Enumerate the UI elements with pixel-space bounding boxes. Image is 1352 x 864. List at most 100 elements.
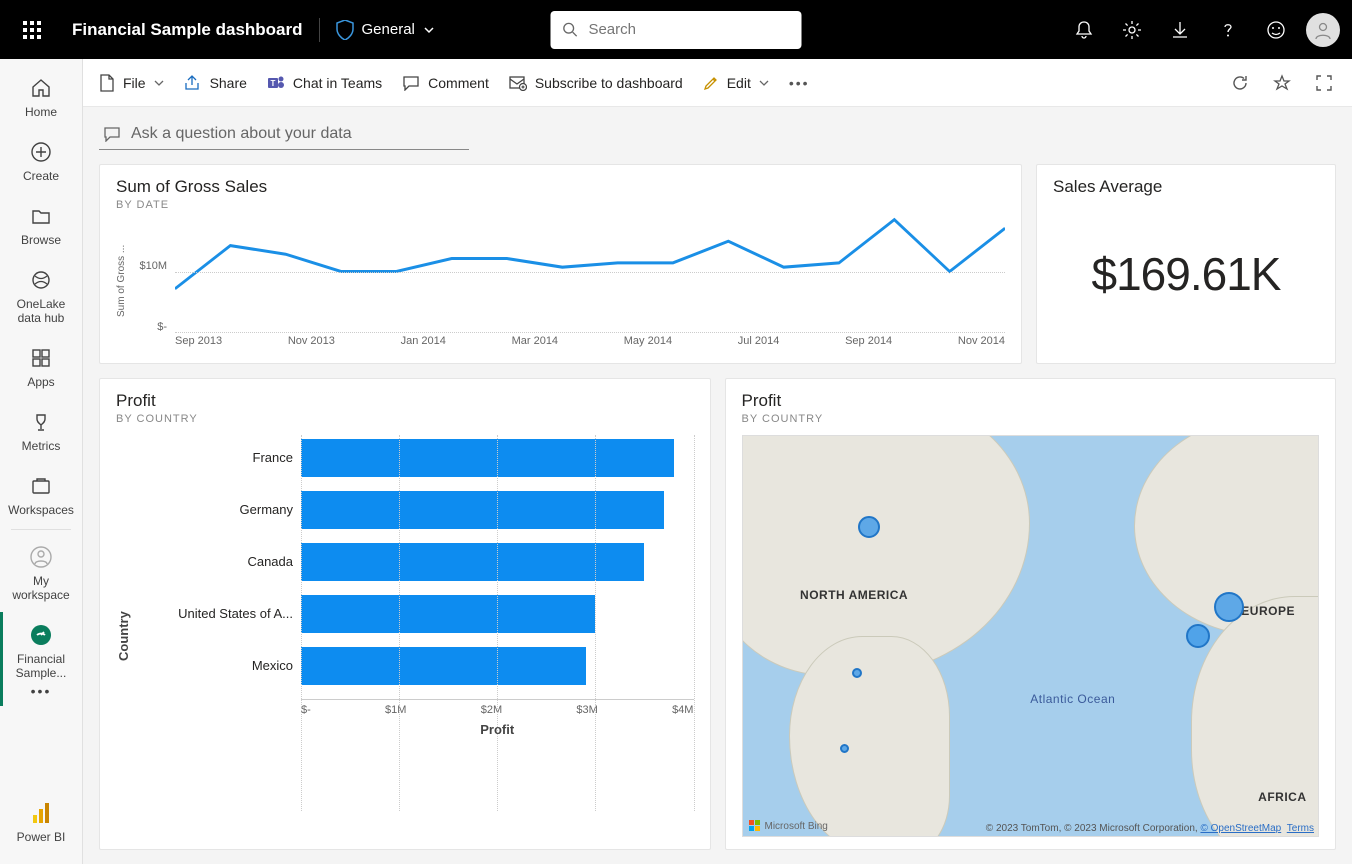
sidebar-label: Workspaces (8, 503, 74, 517)
feedback-icon[interactable] (1254, 8, 1298, 52)
sensitivity-dropdown[interactable]: General (336, 20, 435, 40)
search-box[interactable] (551, 11, 802, 49)
comment-label: Comment (428, 75, 489, 91)
more-icon[interactable]: ••• (31, 684, 52, 698)
map-attribution: © 2023 TomTom, © 2023 Microsoft Corporat… (986, 823, 1314, 834)
sidebar-item-my-workspace[interactable]: Myworkspace (0, 534, 83, 610)
apps-icon (28, 345, 54, 371)
divider (319, 18, 320, 42)
tile-profit-bar[interactable]: Profit BY COUNTRY Country FranceGermanyC… (99, 378, 711, 850)
browse-icon (28, 203, 54, 229)
sidebar-item-home[interactable]: Home (0, 65, 83, 127)
powerbi-icon (28, 800, 54, 826)
chat-teams-button[interactable]: T Chat in Teams (267, 74, 382, 92)
map-label-ocean: Atlantic Ocean (1030, 692, 1115, 706)
metrics-icon (28, 409, 54, 435)
sidebar-item-workspaces[interactable]: Workspaces (0, 463, 83, 525)
chevron-down-icon (154, 78, 164, 88)
sidebar-label: Browse (21, 233, 61, 247)
map-bubble-usa[interactable] (852, 668, 862, 678)
osm-link[interactable]: © OpenStreetMap (1200, 823, 1281, 834)
favorite-icon[interactable] (1270, 71, 1294, 95)
tile-title: Profit (742, 391, 1320, 411)
file-icon (99, 74, 115, 92)
share-button[interactable]: Share (184, 75, 247, 91)
sidebar-label: FinancialSample... (16, 652, 67, 680)
bar-plot: $-$1M$2M$3M$4MProfit (301, 435, 694, 837)
notifications-icon[interactable] (1062, 8, 1106, 52)
chat-label: Chat in Teams (293, 75, 382, 91)
sidebar-label: Home (25, 105, 57, 119)
map-canvas[interactable]: NORTH AMERICA EUROPE AFRICA Atlantic Oce… (742, 435, 1320, 837)
terms-link[interactable]: Terms (1287, 823, 1314, 834)
share-icon (184, 75, 202, 91)
edit-label: Edit (727, 75, 751, 91)
top-header: Financial Sample dashboard General (0, 0, 1352, 59)
chat-icon (103, 126, 121, 142)
app-launcher-icon[interactable] (12, 10, 52, 50)
search-icon (563, 21, 579, 39)
tile-title: Sum of Gross Sales (116, 177, 1005, 197)
search-input[interactable] (588, 21, 789, 38)
sensitivity-label: General (362, 21, 415, 38)
comment-button[interactable]: Comment (402, 75, 489, 91)
sidebar-item-metrics[interactable]: Metrics (0, 399, 83, 461)
sidebar-label: Create (23, 169, 59, 183)
svg-text:T: T (270, 79, 275, 88)
edit-icon (703, 75, 719, 91)
sidebar-item-onelake[interactable]: OneLakedata hub (0, 257, 83, 333)
tile-title: Profit (116, 391, 694, 411)
tile-title: Sales Average (1053, 177, 1162, 197)
sidebar-label: OneLakedata hub (17, 297, 66, 325)
map-bubble-france[interactable] (1186, 624, 1210, 648)
tile-subtitle: BY DATE (116, 199, 1005, 211)
tile-gross-sales[interactable]: Sum of Gross Sales BY DATE Sum of Gross … (99, 164, 1022, 364)
map-label-eu: EUROPE (1241, 604, 1295, 618)
subscribe-icon (509, 75, 527, 91)
sidebar-item-financial-sample[interactable]: FinancialSample... ••• (0, 612, 83, 706)
workspaces-icon (28, 473, 54, 499)
sidebar-item-browse[interactable]: Browse (0, 193, 83, 255)
dashboard-icon (28, 622, 54, 648)
sidebar: Home Create Browse OneLakedata hub Apps … (0, 59, 83, 864)
fullscreen-icon[interactable] (1312, 71, 1336, 95)
sidebar-item-powerbi[interactable]: Power BI (0, 790, 83, 852)
tile-sales-average[interactable]: Sales Average $169.61K (1036, 164, 1336, 364)
sidebar-label: Myworkspace (12, 574, 69, 602)
tile-subtitle: BY COUNTRY (742, 413, 1320, 425)
qna-placeholder: Ask a question about your data (131, 125, 352, 143)
sidebar-item-apps[interactable]: Apps (0, 335, 83, 397)
subscribe-button[interactable]: Subscribe to dashboard (509, 75, 683, 91)
create-icon (28, 139, 54, 165)
settings-icon[interactable] (1110, 8, 1154, 52)
content-area: File Share T Chat in Teams Comment Subsc… (83, 59, 1352, 864)
edit-menu[interactable]: Edit (703, 75, 769, 91)
sidebar-label: Apps (27, 375, 54, 389)
file-menu[interactable]: File (99, 74, 164, 92)
bar-categories: FranceGermanyCanadaUnited States of A...… (131, 435, 301, 837)
sidebar-label: Metrics (22, 439, 61, 453)
dashboard-title: Financial Sample dashboard (72, 20, 303, 40)
onelake-icon (28, 267, 54, 293)
header-right (1062, 8, 1340, 52)
share-label: Share (210, 75, 247, 91)
sidebar-item-create[interactable]: Create (0, 129, 83, 191)
toolbelt: File Share T Chat in Teams Comment Subsc… (83, 59, 1352, 107)
home-icon (28, 75, 54, 101)
help-icon[interactable] (1206, 8, 1250, 52)
map-bubble-canada[interactable] (858, 516, 880, 538)
download-icon[interactable] (1158, 8, 1202, 52)
map-bing-logo: Microsoft Bing (749, 820, 828, 832)
account-avatar[interactable] (1306, 13, 1340, 47)
subscribe-label: Subscribe to dashboard (535, 75, 683, 91)
map-label-af: AFRICA (1258, 790, 1306, 804)
refresh-icon[interactable] (1228, 71, 1252, 95)
my-workspace-icon (28, 544, 54, 570)
qna-input[interactable]: Ask a question about your data (99, 119, 469, 150)
more-menu[interactable]: ••• (789, 75, 810, 91)
y-axis-label: Country (116, 435, 131, 837)
chevron-down-icon (423, 24, 435, 36)
tile-profit-map[interactable]: Profit BY COUNTRY NORTH AMERICA EUROPE A… (725, 378, 1337, 850)
y-ticks: $10M $- (127, 211, 171, 333)
shield-icon (336, 20, 354, 40)
